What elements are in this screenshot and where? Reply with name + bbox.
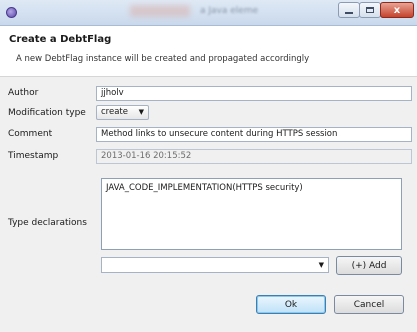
eclipse-icon bbox=[6, 7, 17, 18]
author-label: Author bbox=[8, 88, 39, 98]
add-type-button[interactable]: (+) Add bbox=[336, 256, 402, 275]
type-declarations-list[interactable]: JAVA_CODE_IMPLEMENTATION(HTTPS security) bbox=[101, 178, 402, 250]
comment-field[interactable]: Method links to unsecure content during … bbox=[96, 127, 412, 142]
ok-button[interactable]: Ok bbox=[256, 295, 326, 314]
list-item[interactable]: JAVA_CODE_IMPLEMENTATION(HTTPS security) bbox=[106, 183, 397, 193]
titlebar-decoration bbox=[130, 5, 190, 17]
chevron-down-icon: ▼ bbox=[138, 108, 144, 116]
chevron-down-icon: ▼ bbox=[318, 261, 324, 269]
dialog-title: Create a DebtFlag bbox=[9, 34, 112, 45]
maximize-button[interactable] bbox=[359, 2, 381, 18]
type-select[interactable]: ▼ bbox=[101, 257, 329, 273]
close-icon: x bbox=[393, 4, 401, 16]
modification-type-label: Modification type bbox=[8, 108, 86, 118]
modification-type-select[interactable]: create ▼ bbox=[96, 105, 149, 120]
window-titlebar: a Java eleme x bbox=[0, 0, 417, 26]
dialog-description: A new DebtFlag instance will be created … bbox=[16, 54, 310, 64]
timestamp-label: Timestamp bbox=[8, 151, 59, 161]
minimize-button[interactable] bbox=[338, 2, 360, 18]
maximize-icon bbox=[366, 7, 374, 13]
close-button[interactable]: x bbox=[380, 2, 414, 18]
timestamp-field: 2013-01-16 20:15:52 bbox=[96, 149, 412, 164]
window-title: a Java eleme bbox=[200, 6, 259, 16]
author-field[interactable]: jjholv bbox=[96, 86, 412, 101]
minimize-icon bbox=[345, 12, 353, 14]
cancel-button[interactable]: Cancel bbox=[334, 295, 404, 314]
modification-type-value: create bbox=[101, 107, 128, 117]
type-select-value bbox=[102, 258, 106, 268]
comment-label: Comment bbox=[8, 129, 53, 139]
type-declarations-label: Type declarations bbox=[8, 218, 87, 228]
dialog-header: Create a DebtFlag A new DebtFlag instanc… bbox=[0, 26, 417, 77]
